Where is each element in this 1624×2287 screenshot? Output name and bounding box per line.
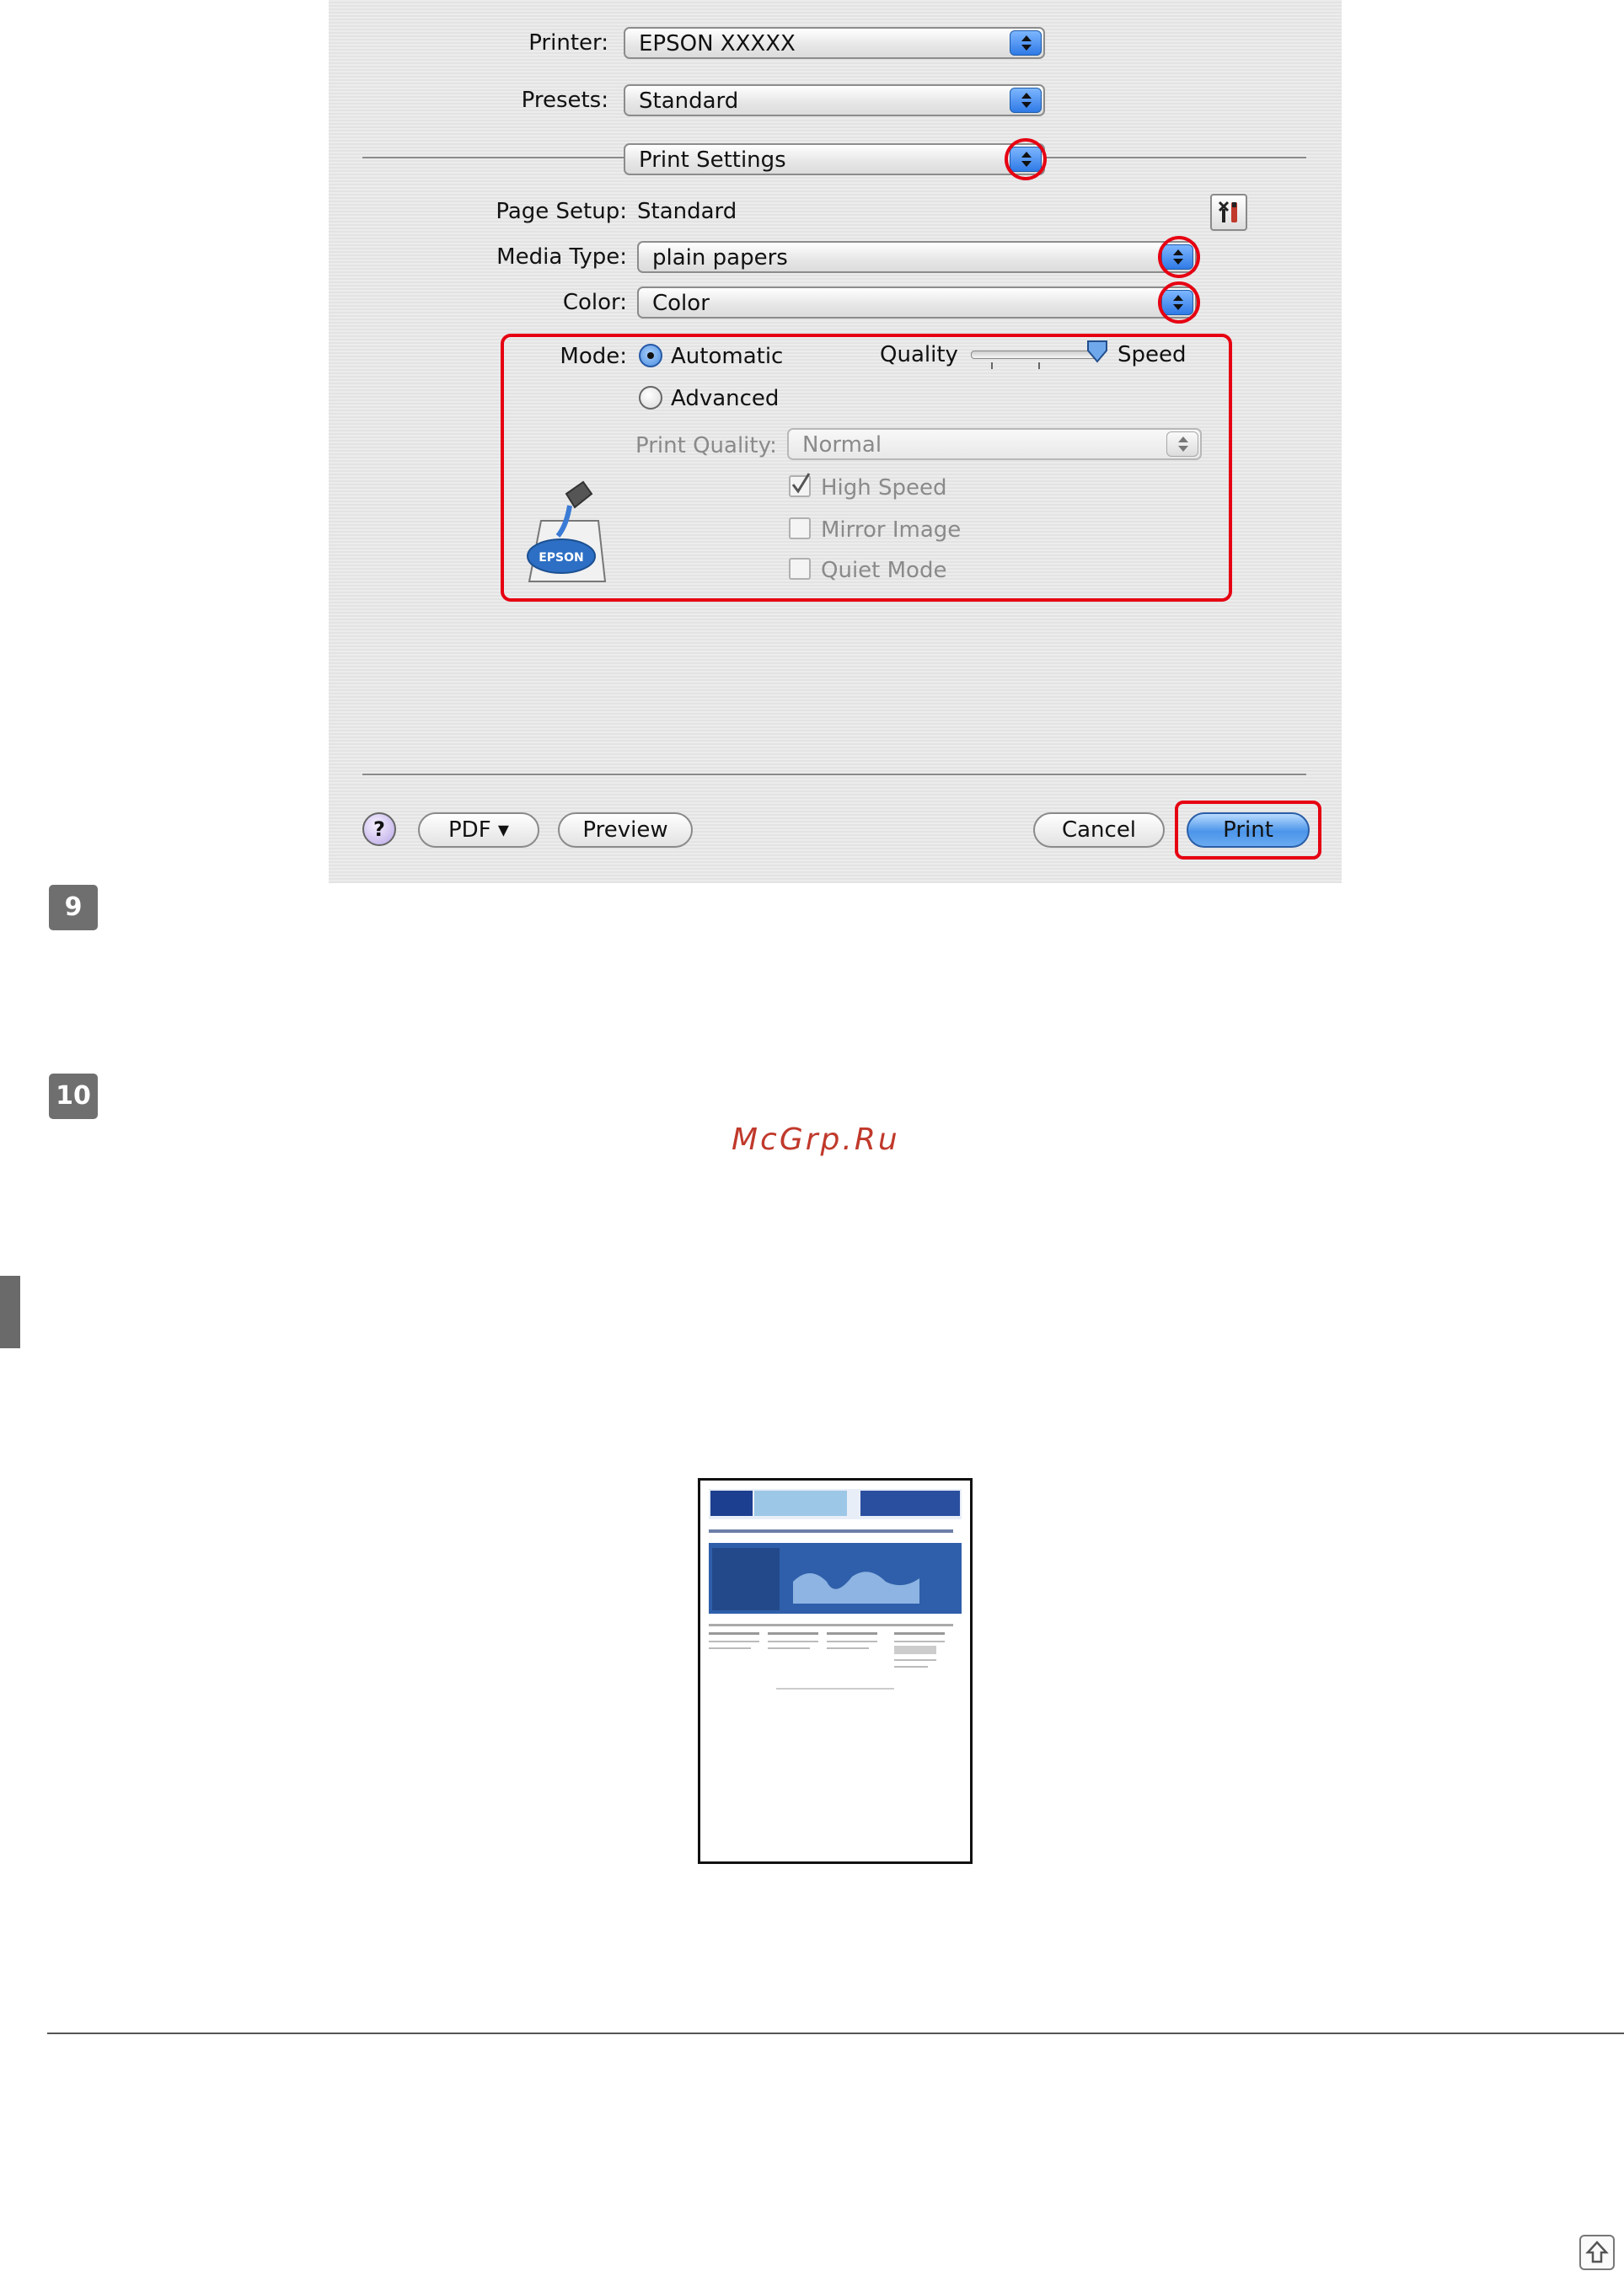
color-label: Color: [562, 290, 627, 315]
quality-label: Quality [880, 342, 958, 367]
printer-value: EPSON XXXXX [639, 31, 796, 56]
high-speed-label: High Speed [821, 475, 947, 501]
media-type-value: plain papers [652, 245, 788, 270]
quiet-mode-label: Quiet Mode [821, 558, 947, 583]
highlight-box-print [1175, 801, 1321, 860]
presets-stepper-icon[interactable] [1010, 88, 1042, 113]
mode-label: Mode: [560, 344, 627, 369]
scroll-to-top-icon[interactable] [1579, 2235, 1615, 2270]
slider-tick [1038, 362, 1040, 369]
step-number-badge: 9 [49, 885, 98, 930]
quiet-mode-checkbox[interactable] [789, 558, 811, 580]
page-bottom-rule [47, 2033, 1624, 2034]
media-type-popup[interactable]: plain papers [637, 241, 1197, 273]
epson-logo-text: EPSON [539, 551, 584, 565]
speed-label: Speed [1118, 342, 1187, 367]
panel-popup[interactable]: Print Settings [624, 143, 1045, 175]
cancel-button[interactable]: Cancel [1033, 812, 1165, 848]
high-speed-checkbox[interactable] [789, 473, 811, 497]
media-type-label: Media Type: [496, 244, 627, 270]
bottom-separator [362, 774, 1306, 775]
printer-label: Printer: [528, 30, 608, 56]
quality-speed-slider-track[interactable] [971, 351, 1099, 359]
help-button[interactable]: ? [362, 812, 396, 846]
print-dialog: Printer: EPSON XXXXX Presets: Standard P… [329, 0, 1342, 883]
preview-button[interactable]: Preview [558, 812, 693, 848]
step-number-badge: 10 [49, 1074, 98, 1119]
print-quality-value: Normal [802, 432, 882, 458]
mode-automatic-label: Automatic [671, 344, 784, 369]
presets-value: Standard [639, 88, 739, 114]
presets-label: Presets: [521, 88, 608, 113]
color-popup[interactable]: Color [637, 287, 1197, 319]
printer-popup[interactable]: EPSON XXXXX [624, 27, 1045, 59]
panel-value: Print Settings [639, 147, 786, 173]
highlight-circle-color [1158, 281, 1200, 324]
highlight-circle-media-type [1158, 236, 1200, 278]
epson-ink-bottle-icon: EPSON [517, 477, 610, 586]
mode-advanced-label: Advanced [671, 386, 780, 411]
print-quality-popup[interactable]: Normal [787, 428, 1202, 460]
highlight-circle-panel [1005, 138, 1047, 180]
slider-tick [991, 362, 993, 369]
watermark-text: McGrp.Ru [732, 1122, 900, 1157]
mode-advanced-radio[interactable] [639, 386, 662, 410]
utility-tools-icon[interactable] [1210, 194, 1247, 231]
chapter-tab-marker [0, 1276, 20, 1348]
page-setup-label: Page Setup: [496, 199, 627, 224]
print-quality-label: Print Quality: [635, 433, 777, 458]
color-value: Color [652, 291, 710, 316]
pdf-button[interactable]: PDF ▾ [418, 812, 539, 848]
printout-page-illustration [698, 1478, 973, 1864]
mode-automatic-radio[interactable] [639, 344, 662, 367]
mirror-image-label: Mirror Image [821, 517, 962, 543]
mirror-image-checkbox[interactable] [789, 517, 811, 539]
quality-speed-slider-thumb[interactable] [1085, 339, 1109, 364]
presets-popup[interactable]: Standard [624, 84, 1045, 116]
print-quality-stepper-icon[interactable] [1166, 431, 1198, 457]
page-setup-value: Standard [637, 199, 737, 224]
printer-stepper-icon[interactable] [1010, 30, 1042, 56]
